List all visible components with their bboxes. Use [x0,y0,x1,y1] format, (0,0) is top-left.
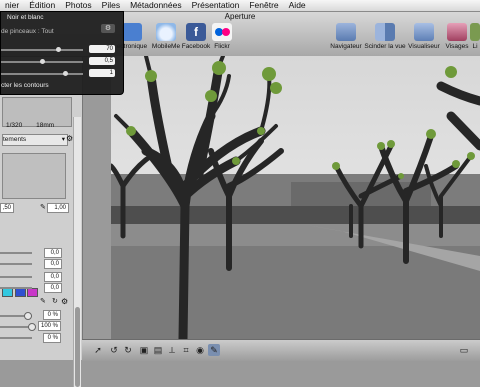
crop-tool-icon[interactable]: ⌗ [180,344,192,356]
email-icon [122,23,142,41]
hud-softness-field[interactable]: 0,5 [89,57,115,65]
menu-help[interactable]: Aide [284,0,311,11]
scrollbar-thumb[interactable] [75,307,80,387]
adjustments-dropdown-label: tements [3,136,27,143]
adjustments-inspector: 1/320 18mm tements ▾ ⚙ ,50 ✎ 1,00 0,0 0,… [0,57,83,387]
slider-track-1[interactable] [0,252,32,254]
toolbar-split-view-button[interactable]: Scinder la vue [362,23,408,51]
white-point-field[interactable]: 1,00 [47,203,69,213]
toolbar-faces-button[interactable]: Visages [444,23,470,51]
menu-metadata[interactable]: Métadonnées [125,0,187,11]
cyan-swatch[interactable] [2,288,13,297]
hud-detect-edges-option[interactable]: cter les contours [1,82,49,90]
blue-swatch[interactable] [15,288,26,297]
hud-strength-knob[interactable] [63,71,69,76]
slider-track-2[interactable] [0,263,32,265]
magenta-swatch[interactable] [27,288,38,297]
rotate-left-icon[interactable]: ↺ [108,344,120,356]
lift-tool-icon[interactable]: ▣ [138,344,150,356]
hud-size-slider[interactable] [1,49,83,51]
flickr-icon [212,23,232,41]
pointer-tool-icon[interactable]: ➚ [92,344,104,356]
slider-knob-6[interactable] [28,323,36,331]
focal-length: 18mm [36,122,55,129]
toolbar-flickr-label: Flickr [214,43,230,50]
brush-icon[interactable]: ✎ [40,297,46,305]
menu-stacks[interactable]: Piles [97,0,125,11]
hud-size-knob[interactable] [55,47,61,52]
inspector-scrollbar[interactable] [73,117,81,387]
black-point-field[interactable]: ,50 [0,203,14,213]
toolbar-browser-button[interactable]: Navigateur [326,23,366,51]
menu-view[interactable]: Présentation [187,0,245,11]
bottom-toolbar: ➚ ↺ ↻ ▣ ▤ ⟂ ⌗ ◉ ✎ ▭ [82,339,480,361]
value-field-1[interactable]: 0,0 [44,248,62,258]
hud-size-field[interactable]: 70 [89,45,115,53]
value-field-2[interactable]: 0,0 [44,259,62,269]
value-field-3[interactable]: 0,0 [44,272,62,282]
percent-field-1[interactable]: 0 % [43,310,61,320]
fullscreen-icon[interactable]: ▭ [458,344,470,356]
menu-window[interactable]: Fenêtre [244,0,283,11]
hud-softness-knob[interactable] [40,59,45,64]
brush-hud: Noir et blanc ⚙ de pinceaux : Tout 70 0,… [0,11,124,95]
menu-photos[interactable]: Photos [60,0,96,11]
gear-icon[interactable]: ⚙ [61,297,68,306]
toolbar-split-view-label: Scinder la vue [364,43,406,50]
reset-icon[interactable]: ↻ [52,297,58,305]
slider-track-4[interactable] [0,287,32,289]
exif-info: 1/320 18mm [6,121,78,131]
slider-knob-5[interactable] [24,312,32,320]
dropper-icon[interactable]: ✎ [40,203,46,211]
rotate-right-icon[interactable]: ↻ [122,344,134,356]
toolbar-viewer-label: Visualiseur [408,43,440,50]
adjustments-dropdown[interactable]: tements ▾ [2,134,68,146]
brush-tool-icon[interactable]: ✎ [208,344,220,356]
photo-viewer[interactable] [111,56,480,339]
hud-strength-field[interactable]: 1 [89,69,115,77]
preview-box [2,153,66,199]
slider-track-3[interactable] [0,276,32,278]
chevron-down-icon: ▾ [61,136,65,143]
redeye-tool-icon[interactable]: ◉ [194,344,206,356]
toolbar-browser-label: Navigateur [330,43,362,50]
straighten-tool-icon[interactable]: ⟂ [166,344,178,356]
hud-brush-mode[interactable]: de pinceaux : Tout [1,28,54,36]
browser-icon [336,23,356,41]
toolbar-viewer-button[interactable]: Visualiseur [404,23,444,51]
faces-icon [447,23,467,41]
cloud-icon [156,23,176,41]
stamp-tool-icon[interactable]: ▤ [152,344,164,356]
split-view-icon [375,23,395,41]
value-field-4[interactable]: 0,0 [44,283,62,293]
gear-icon[interactable]: ⚙ [101,24,115,33]
percent-field-2[interactable]: 100 % [38,321,61,331]
toolbar-flickr-button[interactable]: Flickr [202,23,242,51]
viewer-icon [414,23,434,41]
toolbar-places-button[interactable]: Li [470,23,480,51]
slider-track-7[interactable] [0,337,32,339]
shutter-speed: 1/320 [6,122,23,129]
places-icon [470,23,480,41]
photo-image [111,56,480,339]
menu-file[interactable]: nier [0,0,24,11]
hud-strength-slider[interactable] [1,73,83,75]
toolbar-places-label: Li [472,43,478,50]
percent-field-3[interactable]: 0 % [43,333,61,343]
toolbar-faces-label: Visages [445,43,469,50]
menu-edit[interactable]: Édition [24,0,60,11]
hud-title: Noir et blanc [7,14,44,21]
